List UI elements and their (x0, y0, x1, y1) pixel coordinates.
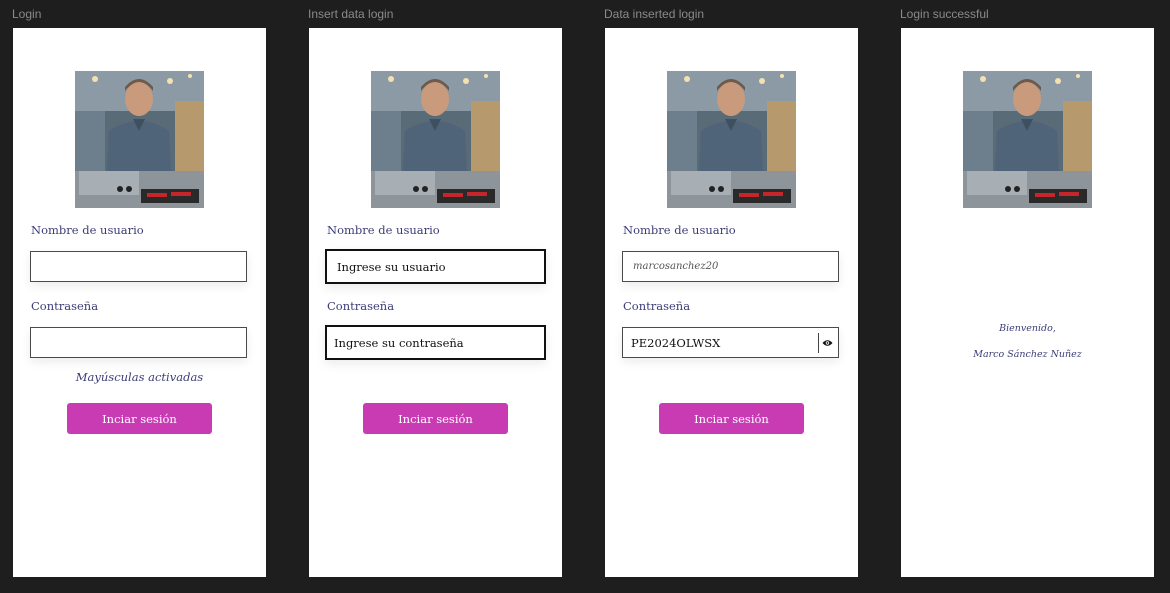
login-successful-screen: Bienvenido, Marco Sánchez Nuñez (901, 28, 1154, 577)
username-input[interactable] (327, 259, 544, 274)
username-field[interactable] (622, 251, 839, 282)
chef-photo (371, 71, 500, 208)
chef-photo (667, 71, 796, 208)
password-input[interactable] (623, 335, 819, 350)
password-label: Contraseña (623, 299, 691, 313)
login-button[interactable]: Inciar sesión (363, 403, 508, 434)
password-input[interactable] (327, 335, 544, 350)
frame-title-login: Login (12, 7, 42, 21)
chef-photo (963, 71, 1092, 208)
password-field[interactable] (30, 327, 247, 358)
welcome-greeting: Bienvenido, (999, 323, 1056, 334)
login-screen: Nombre de usuario Contraseña Mayúsculas … (13, 28, 266, 577)
toggle-password-visibility-button[interactable] (818, 332, 836, 353)
frame-title-data-inserted: Data inserted login (604, 7, 705, 21)
username-input[interactable] (623, 261, 838, 272)
insert-data-screen: Nombre de usuario Contraseña Inciar sesi… (309, 28, 562, 577)
login-button[interactable]: Inciar sesión (67, 403, 212, 434)
data-inserted-screen: Nombre de usuario Contraseña Inciar sesi… (605, 28, 858, 577)
chef-photo (75, 71, 204, 208)
password-label: Contraseña (327, 299, 395, 313)
eye-icon (822, 339, 833, 346)
password-label: Contraseña (31, 299, 99, 313)
username-label: Nombre de usuario (623, 223, 736, 237)
chef-portrait-image (963, 71, 1092, 208)
frame-title-login-successful: Login successful (900, 7, 989, 21)
password-input[interactable] (31, 335, 246, 350)
chef-portrait-image (75, 71, 204, 208)
username-input[interactable] (31, 259, 246, 274)
chef-portrait-image (371, 71, 500, 208)
username-label: Nombre de usuario (327, 223, 440, 237)
password-field[interactable] (622, 327, 839, 358)
username-field[interactable] (325, 249, 546, 284)
chef-portrait-image (667, 71, 796, 208)
welcome-user-name: Marco Sánchez Nuñez (973, 349, 1082, 360)
password-field[interactable] (325, 325, 546, 360)
frame-title-insert-data: Insert data login (308, 7, 394, 21)
username-field[interactable] (30, 251, 247, 282)
login-button[interactable]: Inciar sesión (659, 403, 804, 434)
username-label: Nombre de usuario (31, 223, 144, 237)
caps-lock-hint: Mayúsculas activadas (75, 370, 204, 384)
